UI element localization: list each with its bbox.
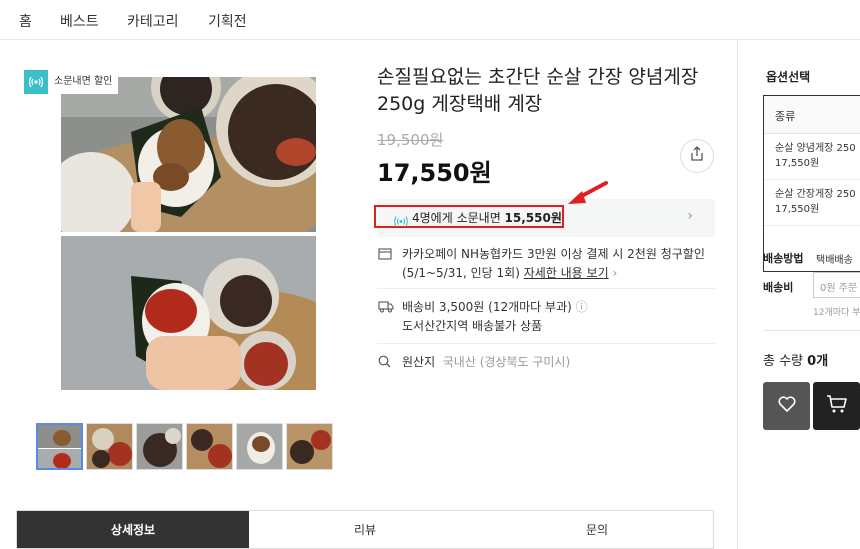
origin-info: 원산지 국내산 (경상북도 구미시) [377, 353, 715, 372]
nav-category[interactable]: 카테고리 [127, 11, 179, 31]
promo-amount: 15,550원 [504, 211, 562, 225]
badge-label: 소문내면 할인 [48, 70, 119, 94]
add-to-cart-button[interactable] [813, 382, 860, 430]
tab-details[interactable]: 상세정보 [17, 511, 249, 548]
nav-home[interactable]: 홈 [19, 11, 32, 31]
product-image-2 [61, 236, 316, 390]
chevron-right-icon: › [608, 266, 618, 280]
thumbnail-list [36, 423, 333, 470]
delivery-method-value: 택배배송 [816, 255, 853, 266]
broadcast-icon [24, 70, 48, 94]
discount-badge: 소문내면 할인 [24, 70, 119, 94]
share-icon [689, 146, 705, 166]
option-select[interactable]: 종류 순살 양념게장 250 17,550원 순살 간장게장 250 17,55… [763, 95, 860, 272]
promo-text: 4명에게 소문내면 15,550원 [412, 211, 562, 225]
tab-reviews[interactable]: 리뷰 [249, 511, 481, 548]
thumbnail[interactable] [186, 423, 233, 470]
top-nav: 홈 베스트 카테고리 기획전 [0, 0, 860, 40]
option-item[interactable]: 순살 양념게장 250 17,550원 [764, 134, 860, 180]
total-quantity: 총 수량 0개 [763, 354, 829, 369]
total-count: 0개 [807, 354, 829, 369]
search-icon [378, 355, 391, 374]
thumbnail[interactable] [236, 423, 283, 470]
tab-inquiry[interactable]: 문의 [481, 511, 713, 548]
origin-label: 원산지 [402, 355, 436, 369]
cart-icon [826, 394, 848, 418]
delivery-fee-select[interactable]: 0원 주문 [813, 272, 860, 298]
share-button[interactable] [680, 139, 714, 173]
detail-tabs: 상세정보 리뷰 문의 [16, 510, 714, 549]
red-arrow-icon [566, 180, 610, 214]
chevron-right-icon: › [687, 208, 693, 224]
heart-icon [777, 395, 797, 417]
purchase-panel: 옵션선택 종류 순살 양념게장 250 17,550원 순살 간장게장 250 … [737, 40, 860, 549]
product-image-1 [61, 77, 316, 232]
origin-value: 국내산 (경상북도 구미시) [442, 355, 571, 369]
truck-icon [378, 300, 394, 319]
nav-best[interactable]: 베스트 [60, 11, 99, 31]
shipping-note: 도서산간지역 배송불가 상품 [402, 319, 543, 333]
delivery-method-label: 배송방법 [763, 252, 804, 265]
shipping-fee: 배송비 3,500원 (12개마다 부과) [402, 300, 572, 314]
wishlist-button[interactable] [763, 382, 810, 430]
option-header: 종류 [764, 96, 860, 134]
info-icon[interactable]: ⓘ [576, 300, 588, 314]
nav-exhibition[interactable]: 기획전 [208, 11, 247, 31]
option-title: 옵션선택 [766, 70, 811, 84]
card-discount-info: 카카오페이 NH농협카드 3만원 이상 결제 시 2천원 청구할인 (5/1~5… [377, 245, 715, 289]
thumbnail[interactable] [136, 423, 183, 470]
card-icon [378, 247, 392, 266]
shipping-info: 배송비 3,500원 (12개마다 부과) ⓘ 도서산간지역 배송불가 상품 [377, 298, 715, 344]
broadcast-icon [394, 212, 408, 231]
option-item[interactable]: 순살 간장게장 250 17,550원 [764, 180, 860, 226]
delivery-fee-sub: 12개마다 부 [813, 308, 860, 318]
delivery-fee-label: 배송비 [763, 281, 794, 294]
sale-price: 17,550원 [377, 159, 492, 187]
share-promo-banner[interactable]: 4명에게 소문내면 15,550원 › [374, 199, 715, 237]
product-title: 손질필요없는 초간단 순살 간장 양념게장 250g 게장택배 계장 [377, 66, 699, 115]
divider [763, 330, 860, 331]
card-detail-link[interactable]: 자세한 내용 보기 [524, 266, 609, 280]
original-price: 19,500원 [377, 131, 444, 149]
thumbnail[interactable] [36, 423, 83, 470]
thumbnail[interactable] [286, 423, 333, 470]
thumbnail[interactable] [86, 423, 133, 470]
